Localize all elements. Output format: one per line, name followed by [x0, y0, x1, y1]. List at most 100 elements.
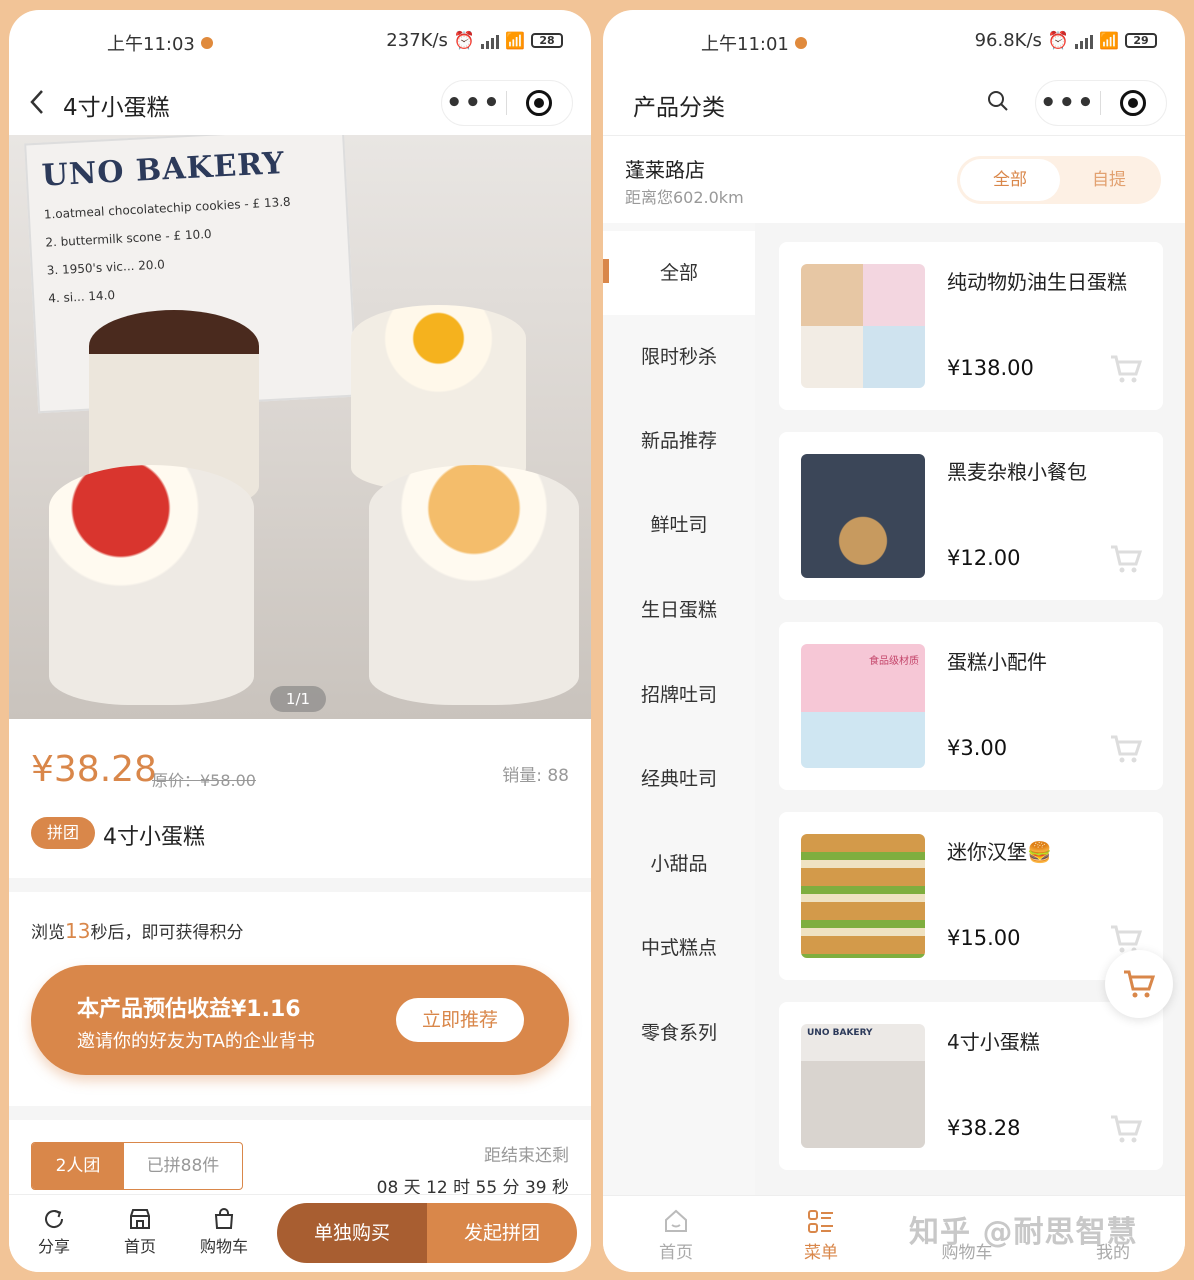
add-to-cart-button[interactable]	[1109, 734, 1143, 764]
sales-count: 销量: 88	[502, 766, 569, 786]
price-section: ¥38.28 原价：¥58.00 销量: 88 拼团 4寸小蛋糕	[9, 719, 591, 879]
product-price: ¥15.00	[947, 926, 1021, 950]
search-icon	[988, 91, 1008, 111]
countdown-label: 距结束还剩	[484, 1146, 569, 1166]
page-title: 产品分类	[633, 95, 725, 121]
toggle-pickup[interactable]: 自提	[1060, 159, 1158, 201]
product-card[interactable]: 黑麦杂粮小餐包 ¥12.00	[779, 432, 1163, 600]
product-card[interactable]: UNO BAKERY 4寸小蛋糕 ¥38.28	[779, 1002, 1163, 1170]
melon-cake-image	[369, 465, 579, 705]
miniprogram-capsule: •••	[1035, 80, 1167, 126]
sidebar-item-all[interactable]: 全部	[603, 231, 755, 315]
more-options-button[interactable]: •••	[1036, 90, 1100, 116]
buy-alone-button[interactable]: 单独购买	[277, 1203, 427, 1263]
chevron-left-icon	[30, 90, 43, 114]
add-to-cart-button[interactable]	[1109, 1114, 1143, 1144]
cart-icon	[1111, 1115, 1143, 1143]
product-name: 4寸小蛋糕	[947, 1030, 1040, 1054]
toggle-all[interactable]: 全部	[960, 159, 1060, 201]
cart-icon	[1124, 970, 1156, 998]
tab-joined-count[interactable]: 已拼88件	[124, 1143, 242, 1189]
back-button[interactable]	[27, 88, 47, 124]
search-button[interactable]	[987, 90, 1009, 112]
menu-list-icon	[781, 1208, 861, 1238]
sidebar-item-flash-sale[interactable]: 限时秒杀	[603, 315, 755, 399]
cart-button[interactable]: 购物车	[189, 1207, 259, 1257]
share-label: 分享	[37, 1237, 70, 1256]
sidebar-item-birthday-cake[interactable]: 生日蛋糕	[603, 568, 755, 652]
battery-icon: 28	[531, 33, 563, 48]
thumbnail-caption: UNO BAKERY	[807, 1028, 873, 1038]
target-close-icon	[1120, 90, 1147, 116]
store-info: 蓬莱路店 距离您602.0km 全部 自提	[603, 135, 1185, 223]
bakery-brand-text: UNO BAKERY	[40, 145, 286, 194]
product-price: ¥138.00	[947, 356, 1034, 380]
wifi-icon: 📶	[1099, 31, 1119, 50]
cart-icon	[1111, 355, 1143, 383]
network-speed: 237K/s	[386, 30, 448, 51]
close-miniprogram-button[interactable]	[507, 90, 573, 116]
store-icon	[105, 1207, 175, 1233]
sidebar-item-fresh-toast[interactable]: 鲜吐司	[603, 483, 755, 567]
browse-prefix: 浏览	[31, 923, 65, 943]
delivery-mode-toggle: 全部 自提	[957, 156, 1161, 204]
tab-home-label: 首页	[659, 1243, 693, 1263]
watermark-text: 知乎 @耐思智慧	[909, 1215, 1138, 1250]
close-miniprogram-button[interactable]	[1101, 90, 1167, 116]
start-group-buy-button[interactable]: 发起拼团	[427, 1203, 577, 1263]
mango-cake-image	[351, 305, 526, 490]
add-to-cart-button[interactable]	[1109, 544, 1143, 574]
sidebar-item-snacks[interactable]: 零食系列	[603, 991, 755, 1075]
product-name: 黑麦杂粮小餐包	[947, 460, 1087, 484]
more-options-button[interactable]: •••	[442, 90, 506, 116]
cart-icon	[1111, 735, 1143, 763]
target-close-icon	[526, 90, 553, 116]
sidebar-item-desserts[interactable]: 小甜品	[603, 822, 755, 906]
browse-points-tip: 浏览13秒后，即可获得积分	[31, 918, 243, 943]
product-thumbnail: 食品级材质	[801, 644, 925, 768]
menu-line: 1.oatmeal chocolatechip cookies - £ 13.8	[43, 194, 291, 222]
home-button[interactable]: 首页	[105, 1207, 175, 1257]
signal-icon	[481, 33, 500, 49]
share-button[interactable]: 分享	[19, 1207, 89, 1257]
tab-menu-label: 菜单	[804, 1243, 838, 1263]
tab-home[interactable]: 首页	[636, 1208, 716, 1263]
promo-subtitle: 邀请你的好友为TA的企业背书	[77, 1031, 315, 1052]
sidebar-item-new[interactable]: 新品推荐	[603, 399, 755, 483]
product-card[interactable]: 迷你汉堡🍔 ¥15.00	[779, 812, 1163, 980]
home-icon	[636, 1208, 716, 1238]
product-name: 蛋糕小配件	[947, 650, 1047, 674]
sidebar-item-signature-toast[interactable]: 招牌吐司	[603, 653, 755, 737]
sidebar-item-chinese-pastry[interactable]: 中式糕点	[603, 906, 755, 990]
tab-menu[interactable]: 菜单	[781, 1208, 861, 1263]
product-image-carousel[interactable]: UNO BAKERY 1.oatmeal chocolatechip cooki…	[9, 135, 591, 719]
purchase-buttons: 单独购买 发起拼团	[277, 1203, 577, 1263]
product-thumbnail	[801, 264, 925, 388]
cart-icon	[1111, 545, 1143, 573]
store-name: 蓬莱路店	[625, 158, 705, 182]
app-notification-icon	[794, 37, 807, 49]
product-name: 迷你汉堡🍔	[947, 840, 1052, 864]
tab-two-person-team[interactable]: 2人团	[32, 1143, 124, 1189]
image-counter: 1/1	[270, 686, 326, 712]
product-detail-screen: 上午11:03 237K/s ⏰ 📶 28 4寸小蛋糕 ••• UNO BAKE…	[9, 10, 591, 1272]
menu-line: 3. 1950's vic... 20.0	[46, 257, 166, 278]
status-time: 上午11:01	[701, 34, 789, 55]
home-label: 首页	[123, 1237, 156, 1256]
product-thumbnail	[801, 454, 925, 578]
product-price: ¥38.28	[947, 1116, 1021, 1140]
product-name: 4寸小蛋糕	[103, 825, 205, 850]
add-to-cart-button[interactable]	[1109, 354, 1143, 384]
recommend-now-button[interactable]: 立即推荐	[396, 998, 524, 1042]
category-sidebar: 全部 限时秒杀 新品推荐 鲜吐司 生日蛋糕 招牌吐司 经典吐司 小甜品 中式糕点…	[603, 223, 755, 1195]
product-price: ¥12.00	[947, 546, 1021, 570]
page-title: 4寸小蛋糕	[63, 95, 170, 121]
battery-icon: 29	[1125, 33, 1157, 48]
browse-seconds: 13	[65, 919, 91, 943]
network-speed: 96.8K/s	[974, 30, 1042, 51]
product-card[interactable]: 纯动物奶油生日蛋糕 ¥138.00	[779, 242, 1163, 410]
team-size-tabs: 2人团 已拼88件	[31, 1142, 243, 1190]
floating-cart-button[interactable]	[1105, 950, 1173, 1018]
sidebar-item-classic-toast[interactable]: 经典吐司	[603, 737, 755, 821]
product-card[interactable]: 食品级材质 蛋糕小配件 ¥3.00	[779, 622, 1163, 790]
